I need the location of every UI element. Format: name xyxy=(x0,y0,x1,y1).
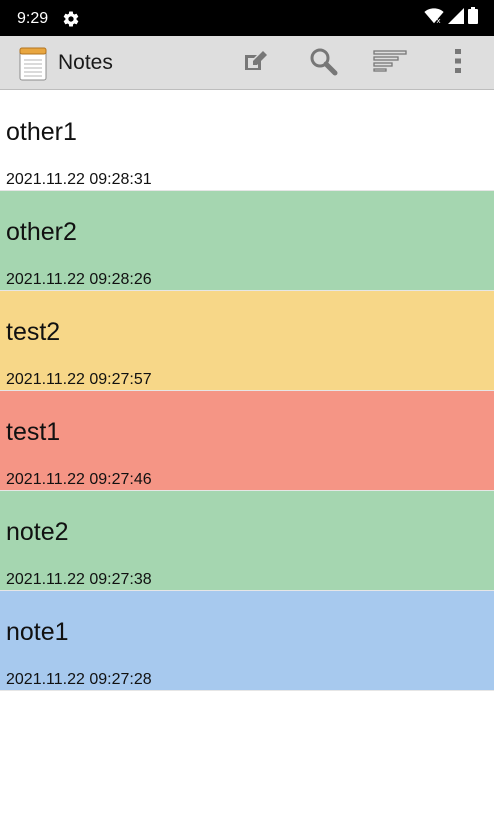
app-bar: Notes xyxy=(0,36,494,90)
sort-icon xyxy=(373,49,407,77)
svg-text:x: x xyxy=(436,16,441,24)
note-list: other1 2021.11.22 09:28:31 other2 2021.1… xyxy=(0,91,494,691)
note-date: 2021.11.22 09:27:46 xyxy=(6,471,152,488)
note-item[interactable]: other1 2021.11.22 09:28:31 xyxy=(0,91,494,191)
search-icon xyxy=(308,46,338,81)
screen: 9:29 x Notes other1 2021.11.22 09:28:31 … xyxy=(0,0,494,822)
note-item[interactable]: test2 2021.11.22 09:27:57 xyxy=(0,291,494,391)
sort-button[interactable] xyxy=(372,45,408,81)
note-title: note1 xyxy=(6,618,69,646)
note-title: note2 xyxy=(6,518,69,546)
note-title: test2 xyxy=(6,318,61,346)
status-time: 9:29 xyxy=(17,10,49,27)
note-item[interactable]: other2 2021.11.22 09:28:26 xyxy=(0,191,494,291)
status-bar: 9:29 x xyxy=(0,0,494,36)
status-icons: x xyxy=(424,7,478,29)
more-vert-icon xyxy=(454,48,462,79)
notepad-icon xyxy=(18,47,48,81)
note-item[interactable]: note2 2021.11.22 09:27:38 xyxy=(0,491,494,591)
note-title: test1 xyxy=(6,418,61,446)
note-title: other1 xyxy=(6,118,77,146)
note-date: 2021.11.22 09:27:38 xyxy=(6,571,152,588)
app-title: Notes xyxy=(58,51,113,74)
more-options-button[interactable] xyxy=(440,45,476,81)
signal-icon xyxy=(448,7,464,29)
gear-icon xyxy=(62,10,80,28)
note-item[interactable]: test1 2021.11.22 09:27:46 xyxy=(0,391,494,491)
note-date: 2021.11.22 09:28:26 xyxy=(6,271,152,288)
note-title: other2 xyxy=(6,218,77,246)
note-date: 2021.11.22 09:27:57 xyxy=(6,371,152,388)
note-date: 2021.11.22 09:28:31 xyxy=(6,171,152,188)
compose-button[interactable] xyxy=(238,45,274,81)
note-date: 2021.11.22 09:27:28 xyxy=(6,671,152,688)
battery-icon xyxy=(468,7,478,29)
note-item[interactable]: note1 2021.11.22 09:27:28 xyxy=(0,591,494,691)
compose-icon xyxy=(243,49,269,78)
search-button[interactable] xyxy=(305,45,341,81)
wifi-icon: x xyxy=(424,7,444,29)
